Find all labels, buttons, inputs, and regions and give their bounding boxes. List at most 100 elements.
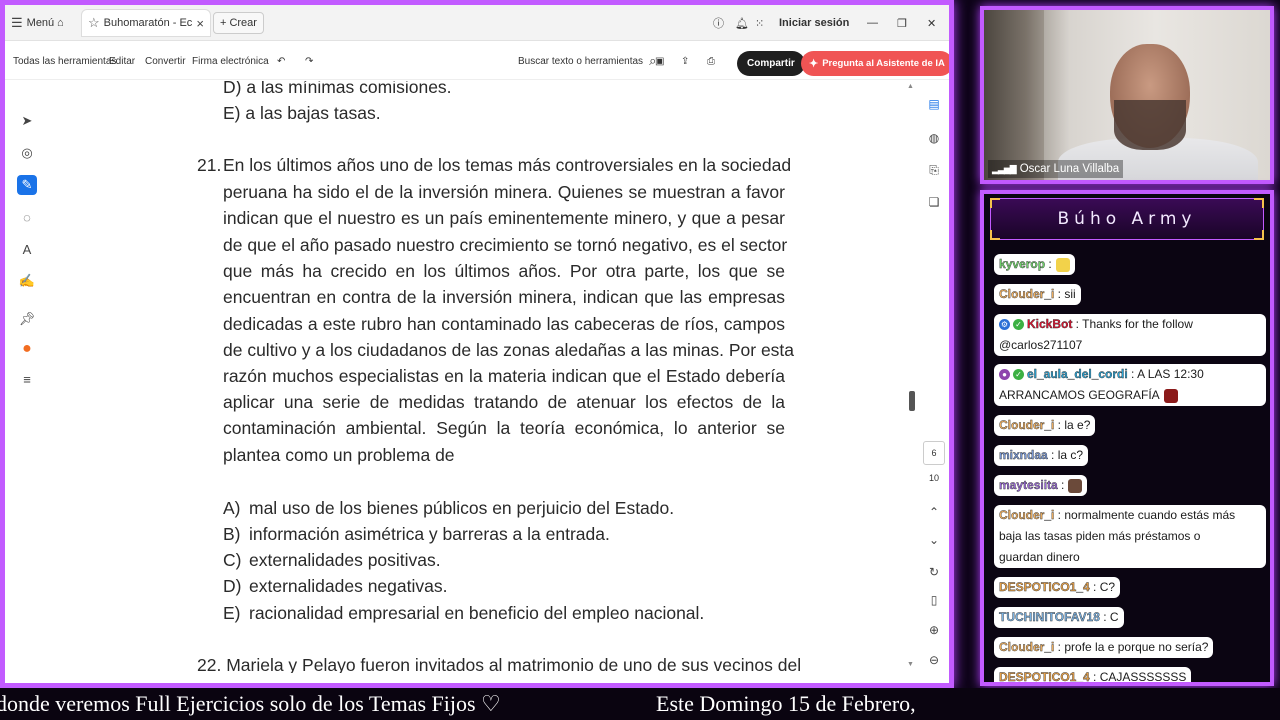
convert-button[interactable]: Convertir	[145, 42, 186, 80]
signature-icon[interactable]: ✍	[17, 271, 37, 291]
chat-username[interactable]: KickBot	[1027, 317, 1073, 331]
chat-sep: :	[1057, 478, 1065, 492]
window-close-icon[interactable]: ✕	[927, 5, 936, 41]
pen-tool-icon[interactable]: ✎	[17, 175, 37, 195]
option-text: racionalidad empresarial en beneficio de…	[249, 603, 705, 623]
bot-badge-icon: ⚙	[999, 319, 1010, 331]
q21-line: razón muchos especialistas en la materia…	[223, 366, 785, 386]
search-tools-field[interactable]: Buscar texto o herramientas ⌕	[518, 42, 656, 80]
scroll-up-arrow[interactable]: ▲	[907, 83, 914, 90]
all-tools-button[interactable]: Todas las herramientas	[13, 42, 116, 80]
tab-document[interactable]: ☆ Buhomaratón - Econo... ×	[81, 9, 211, 37]
scrollbar-thumb[interactable]	[909, 391, 915, 411]
chat-message: ● ✓ el_aula_del_cordi : A LAS 12:30 ARRANC…	[994, 364, 1266, 406]
comment-icon[interactable]: ◎	[17, 143, 37, 163]
zoom-in-icon[interactable]: ⊕	[925, 621, 943, 639]
current-page-field[interactable]: 6	[923, 441, 945, 465]
document-page: D) a las mínimas comisiones. E) a las ba…	[41, 81, 907, 673]
help-icon[interactable]: ⓘ	[713, 5, 724, 41]
corner-ornament	[990, 230, 1000, 240]
chat-username[interactable]: DESPOTICO1_4	[999, 580, 1090, 594]
option-text: externalidades negativas.	[249, 576, 448, 596]
create-button[interactable]: + Crear	[213, 12, 264, 34]
chat-text: la e?	[1064, 418, 1091, 432]
q21-option-e: E) racionalidad empresarial en beneficio …	[223, 603, 704, 624]
chat-message: mixndaa : la c?	[994, 445, 1089, 466]
chat-sep: :	[1054, 508, 1065, 522]
cursor-icon[interactable]: ➤	[17, 111, 37, 131]
ai-assistant-label: Pregunta al Asistente de IA	[822, 58, 945, 69]
comments-icon[interactable]: ◍	[925, 129, 943, 147]
chat-sep: :	[1089, 580, 1100, 594]
chat-text: CAJASSSSSSS	[1099, 670, 1187, 684]
more-icon[interactable]: ≡	[17, 369, 37, 389]
chat-message: kyverop :	[994, 254, 1075, 275]
question-21-number: 21.	[197, 155, 222, 175]
question-22-start: 22. Mariela y Pelayo fueron invitados al…	[197, 655, 802, 673]
zoom-out-icon[interactable]: ⊖	[925, 651, 943, 669]
text-tool-icon[interactable]: A	[17, 239, 37, 259]
chat-text: A LAS 12:30	[1137, 367, 1204, 381]
color-dot-icon[interactable]: ●	[17, 339, 37, 359]
bookmark-icon[interactable]: ⎘	[925, 161, 943, 179]
page-up-icon[interactable]: ⌃	[925, 503, 943, 521]
q21-line: peruana ha sido el de la inversión miner…	[223, 182, 785, 202]
upload-icon[interactable]: ⇪	[681, 42, 689, 80]
scroll-down-arrow[interactable]: ▼	[907, 661, 914, 668]
home-icon[interactable]: ⌂	[57, 5, 64, 41]
signin-button[interactable]: Iniciar sesión	[779, 5, 849, 41]
bell-icon[interactable]: 🔔︎	[735, 5, 749, 41]
emote-icon	[1163, 388, 1178, 403]
chat-username[interactable]: kyverop	[999, 257, 1045, 271]
chat-message: ⚙ ✓ KickBot : Thanks for the follow @carlo…	[994, 314, 1266, 356]
chat-sep: :	[1054, 418, 1065, 432]
ticker-bar: donde veremos Full Ejercicios solo de lo…	[0, 688, 1280, 720]
chat-username[interactable]: el_aula_del_cordi	[1027, 367, 1128, 381]
screen-share-frame: ☰ Menú ⌂ ☆ Buhomaratón - Econo... × + Cr…	[0, 0, 954, 688]
maximize-icon[interactable]: ❐	[897, 5, 907, 41]
pdf-toolbar: Todas las herramientas Editar Convertir …	[5, 42, 949, 80]
print-icon[interactable]: ⎙	[707, 42, 715, 80]
signal-bars-icon: ▂▃▅▇	[992, 163, 1017, 174]
stream-layout: ☰ Menú ⌂ ☆ Buhomaratón - Econo... × + Cr…	[0, 0, 1280, 720]
chat-username[interactable]: Clouder_i	[999, 640, 1055, 654]
q21-line: que más ha crecido en los últimos años. …	[223, 261, 785, 281]
create-label: Crear	[229, 17, 257, 29]
undo-icon[interactable]: ↶	[277, 42, 285, 80]
title-bar: ☰ Menú ⌂ ☆ Buhomaratón - Econo... × + Cr…	[5, 5, 949, 41]
esign-button[interactable]: Firma electrónica	[192, 42, 269, 80]
chat-sep: :	[1127, 367, 1138, 381]
menu-button[interactable]: ☰ Menú	[11, 5, 54, 41]
pages-icon[interactable]: ❏	[925, 193, 943, 211]
redo-icon[interactable]: ↷	[305, 42, 313, 80]
chat-username[interactable]: Clouder_i	[999, 418, 1055, 432]
edit-button[interactable]: Editar	[109, 42, 135, 80]
chat-username[interactable]: TUCHINITOFAV18	[999, 610, 1100, 624]
document-icon[interactable]: ▯	[925, 591, 943, 609]
lasso-icon[interactable]: ◌	[17, 207, 37, 227]
close-tab-icon[interactable]: ×	[196, 16, 204, 31]
chat-sep: :	[1072, 317, 1083, 331]
hamburger-icon: ☰	[11, 15, 23, 30]
chat-username[interactable]: Clouder_i	[999, 508, 1055, 522]
chat-username[interactable]: Clouder_i	[999, 287, 1055, 301]
chat-username[interactable]: maytesiita	[999, 478, 1058, 492]
option-letter: E)	[223, 603, 241, 623]
refresh-icon[interactable]: ↻	[925, 563, 943, 581]
pin-icon[interactable]: 📌︎	[17, 309, 37, 329]
ai-summary-icon[interactable]: ▤	[925, 95, 943, 113]
page-down-icon[interactable]: ⌄	[925, 531, 943, 549]
save-icon[interactable]: ▣	[655, 42, 664, 80]
page-total: 10	[928, 473, 939, 483]
pdf-viewer-window: ☰ Menú ⌂ ☆ Buhomaratón - Econo... × + Cr…	[5, 5, 949, 683]
minimize-icon[interactable]: —	[867, 5, 878, 41]
star-icon[interactable]: ☆	[88, 15, 100, 31]
chat-sep: :	[1054, 287, 1065, 301]
share-button[interactable]: Compartir	[737, 51, 805, 76]
chat-username[interactable]: DESPOTICO1_4	[999, 670, 1090, 682]
apps-grid-icon[interactable]: ⁙	[755, 5, 764, 41]
search-tools-label: Buscar texto o herramientas	[518, 55, 644, 67]
q21-option-d: D) externalidades negativas.	[223, 576, 447, 597]
chat-username[interactable]: mixndaa	[999, 448, 1048, 462]
ai-assistant-button[interactable]: ✦ Pregunta al Asistente de IA	[801, 51, 949, 76]
